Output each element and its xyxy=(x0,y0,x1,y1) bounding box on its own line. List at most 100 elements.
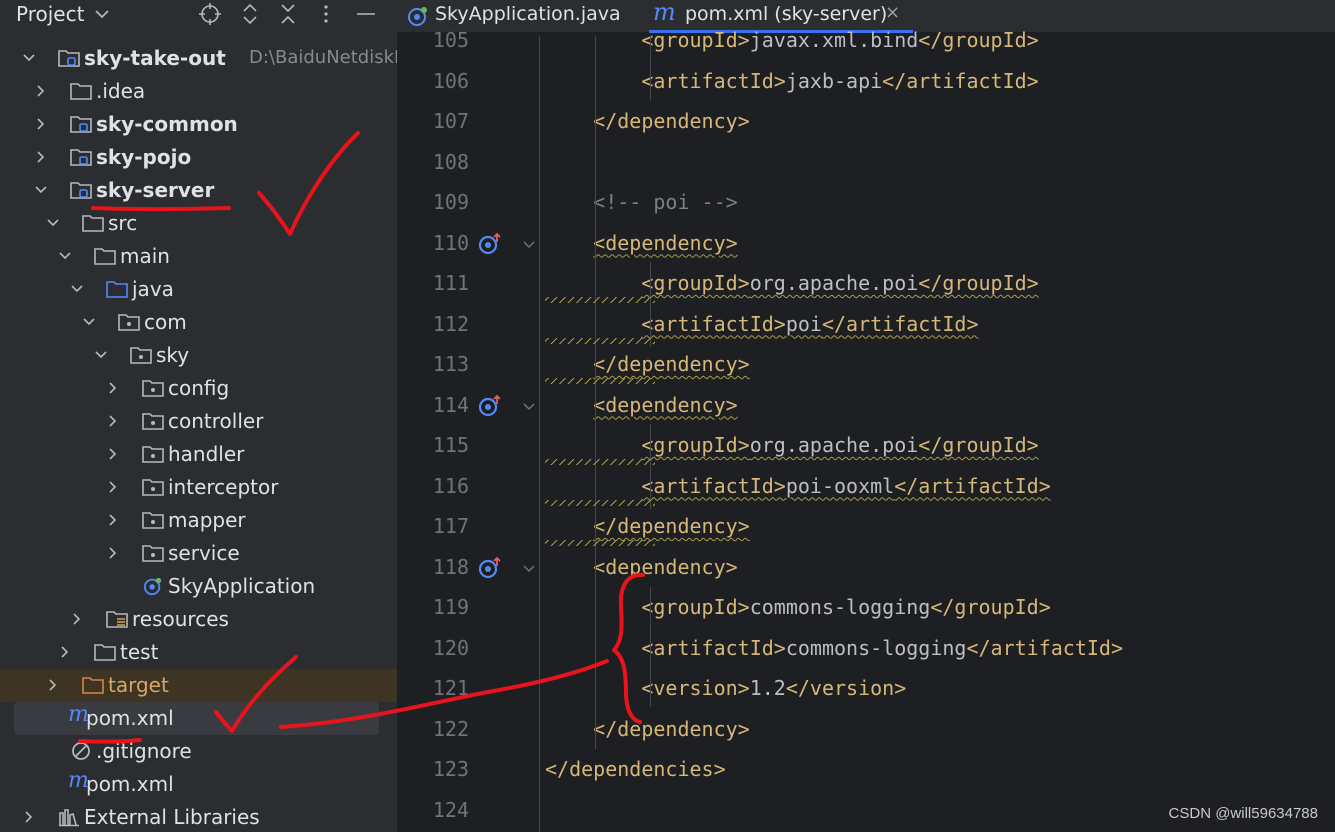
close-tab-icon[interactable]: × xyxy=(885,2,900,23)
minimize-icon[interactable] xyxy=(354,2,378,26)
tree-item-label: handler xyxy=(168,442,245,466)
code-line[interactable]: <groupId>javax.xml.bind</groupId> xyxy=(545,28,1038,52)
fold-chevron-icon[interactable] xyxy=(521,399,537,415)
package-icon xyxy=(142,477,164,497)
tree-item-sky[interactable]: sky xyxy=(0,339,397,372)
expand-all-icon[interactable] xyxy=(238,2,262,26)
chevron-right-icon[interactable] xyxy=(70,612,84,626)
chevron-down-icon[interactable] xyxy=(82,315,96,329)
tree-item-pom-xml[interactable]: m pom.xml xyxy=(14,702,379,735)
package-icon xyxy=(142,411,164,431)
chevron-right-icon[interactable] xyxy=(106,414,120,428)
chevron-down-icon[interactable] xyxy=(22,51,36,65)
code-line[interactable]: <groupId>org.apache.poi</groupId> xyxy=(545,271,1038,295)
csdn-watermark: CSDN @will59634788 xyxy=(1168,805,1318,822)
project-view-title[interactable]: Project xyxy=(16,2,84,26)
chevron-right-icon[interactable] xyxy=(106,480,120,494)
fold-chevron-icon[interactable] xyxy=(521,561,537,577)
tree-item-label: interceptor xyxy=(168,475,279,499)
chevron-right-icon[interactable] xyxy=(34,84,48,98)
chevron-right-icon[interactable] xyxy=(22,810,36,824)
tree-item-sky-common[interactable]: sky-common xyxy=(0,108,397,141)
line-number: 106 xyxy=(432,68,469,93)
maven-dependency-gutter-icon[interactable] xyxy=(477,556,505,580)
chevron-right-icon[interactable] xyxy=(46,678,60,692)
maven-dependency-gutter-icon[interactable] xyxy=(477,232,505,256)
warning-squiggle xyxy=(545,338,655,344)
code-line[interactable]: </dependency> xyxy=(545,109,750,133)
chevron-right-icon[interactable] xyxy=(106,381,120,395)
tree-item-resources[interactable]: resources xyxy=(0,603,397,636)
tree-item-label: External Libraries xyxy=(84,805,260,829)
tree-item-com[interactable]: com xyxy=(0,306,397,339)
libraries-icon xyxy=(58,807,80,827)
tree-item-skyapplication[interactable]: SkyApplication xyxy=(0,570,397,603)
chevron-right-icon[interactable] xyxy=(34,117,48,131)
tree-item-java[interactable]: java xyxy=(0,273,397,306)
tree-item-src[interactable]: src xyxy=(0,207,397,240)
warning-squiggle xyxy=(545,459,655,465)
tree-item-idea[interactable]: .idea xyxy=(0,75,397,108)
more-options-icon[interactable] xyxy=(314,2,338,26)
chevron-right-icon[interactable] xyxy=(106,546,120,560)
code-line[interactable]: <dependency> xyxy=(545,393,738,417)
tree-item-interceptor[interactable]: interceptor xyxy=(0,471,397,504)
chevron-down-icon[interactable] xyxy=(58,249,72,263)
code-line[interactable]: </dependency> xyxy=(545,514,750,538)
code-line[interactable]: <!-- poi --> xyxy=(545,190,738,214)
chevron-right-icon[interactable] xyxy=(58,645,72,659)
code-line[interactable]: </dependencies> xyxy=(545,757,726,781)
tree-item-label: com xyxy=(144,310,187,334)
tree-item-mapper[interactable]: mapper xyxy=(0,504,397,537)
code-line[interactable]: <artifactId>commons-logging</artifactId> xyxy=(545,636,1123,660)
tree-item-label: pom.xml xyxy=(86,772,174,796)
tree-item-gitignore[interactable]: .gitignore xyxy=(0,735,397,768)
tree-item-pom-xml[interactable]: m pom.xml xyxy=(0,768,397,801)
tree-item-test[interactable]: test xyxy=(0,636,397,669)
tree-item-label: sky-common xyxy=(96,112,238,136)
tree-item-label: config xyxy=(168,376,230,400)
code-line[interactable]: <groupId>org.apache.poi</groupId> xyxy=(545,433,1038,457)
chevron-down-icon[interactable] xyxy=(70,282,84,296)
tree-item-label: mapper xyxy=(168,508,246,532)
package-icon xyxy=(142,543,164,563)
chevron-down-icon[interactable] xyxy=(94,348,108,362)
fold-chevron-icon[interactable] xyxy=(521,237,537,253)
tree-item-sky-take-out[interactable]: sky-take-out D:\BaiduNetdiskD xyxy=(0,42,397,75)
code-line[interactable]: </dependency> xyxy=(545,352,750,376)
tree-item-config[interactable]: config xyxy=(0,372,397,405)
code-line[interactable]: <dependency> xyxy=(545,231,738,255)
chevron-right-icon[interactable] xyxy=(106,513,120,527)
tree-item-target[interactable]: target xyxy=(0,669,397,702)
chevron-down-icon[interactable] xyxy=(46,216,60,230)
tree-item-controller[interactable]: controller xyxy=(0,405,397,438)
collapse-all-icon[interactable] xyxy=(276,2,300,26)
tree-item-sky-server[interactable]: sky-server xyxy=(0,174,397,207)
tree-item-handler[interactable]: handler xyxy=(0,438,397,471)
code-line[interactable]: <artifactId>poi</artifactId> xyxy=(545,312,978,336)
locate-icon[interactable] xyxy=(198,2,222,26)
tree-item-main[interactable]: main xyxy=(0,240,397,273)
line-number: 115 xyxy=(432,433,469,457)
code-line[interactable]: <artifactId>poi-ooxml</artifactId> xyxy=(545,474,1050,498)
tree-item-service[interactable]: service xyxy=(0,537,397,570)
code-line[interactable]: <groupId>commons-logging</groupId> xyxy=(545,595,1050,619)
chevron-right-icon[interactable] xyxy=(106,447,120,461)
resources-folder-icon xyxy=(106,609,128,629)
indent-guide xyxy=(595,36,596,749)
code-line[interactable]: </dependency> xyxy=(545,717,750,741)
chevron-down-icon[interactable] xyxy=(92,4,112,24)
code-line[interactable]: <version>1.2</version> xyxy=(545,676,906,700)
tree-item-sky-pojo[interactable]: sky-pojo xyxy=(0,141,397,174)
code-line[interactable]: <dependency> xyxy=(545,555,738,579)
chevron-down-icon[interactable] xyxy=(34,183,48,197)
line-number: 122 xyxy=(432,716,469,741)
spring-boot-class-icon xyxy=(142,576,164,596)
maven-dependency-gutter-icon[interactable] xyxy=(477,394,505,418)
line-number: 116 xyxy=(432,473,469,498)
tree-item-label: service xyxy=(168,541,240,565)
chevron-right-icon[interactable] xyxy=(34,150,48,164)
tree-item-external-libraries[interactable]: External Libraries xyxy=(0,801,397,832)
code-line[interactable]: <artifactId>jaxb-api</artifactId> xyxy=(545,69,1038,93)
module-folder-icon xyxy=(58,48,80,68)
